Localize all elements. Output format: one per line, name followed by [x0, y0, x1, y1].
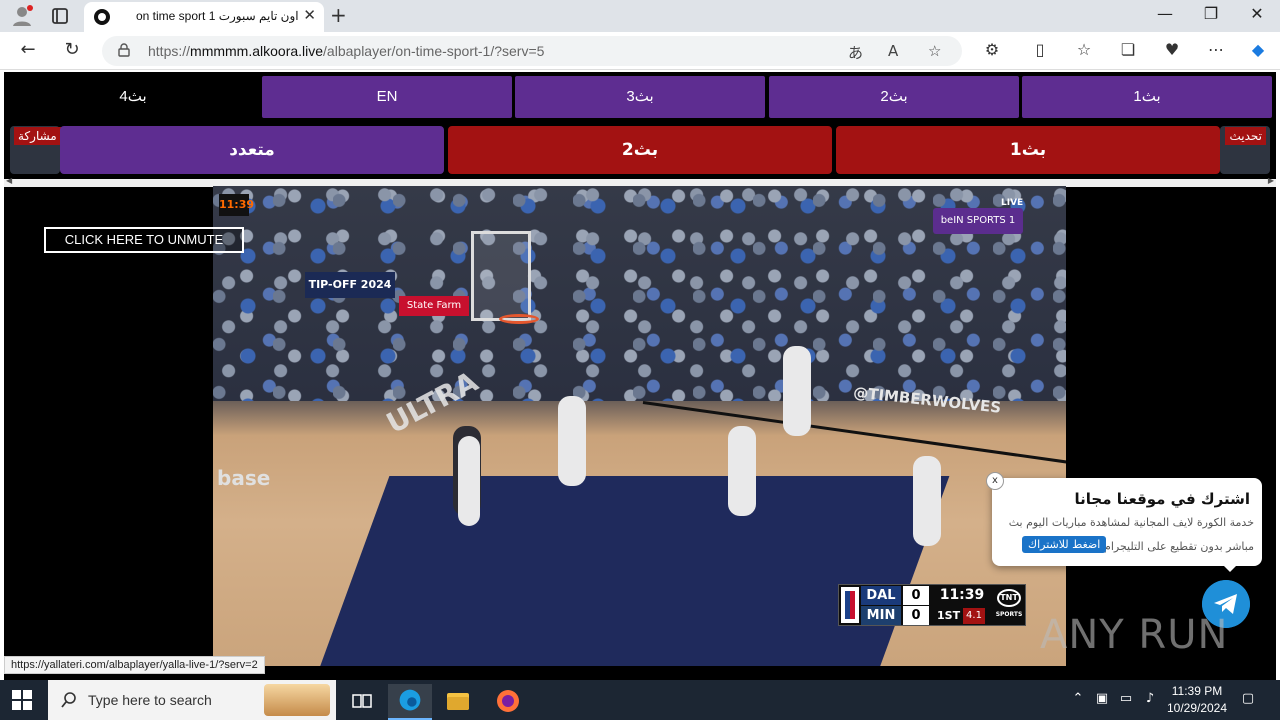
address-bar[interactable]: https://mmmmm.alkoora.live/albaplayer/on…	[102, 36, 962, 66]
stream-button-1[interactable]: بث1	[836, 126, 1220, 174]
share-button[interactable]: مشاركة	[14, 127, 61, 145]
scoreboard: DAL 0 MIN 0 11:39 1ST 4.1 TNT SPORTS	[838, 584, 1026, 626]
search-icon	[61, 692, 76, 708]
player-figure	[913, 456, 941, 546]
extensions-icon[interactable]: ⚙	[980, 40, 1004, 59]
tab-close-button[interactable]: ✕	[303, 6, 316, 24]
player-figure	[458, 436, 480, 526]
server-button-3[interactable]: بث3	[515, 76, 765, 118]
quarter: 1ST	[937, 609, 961, 622]
task-view-icon[interactable]	[340, 684, 384, 720]
more-menu-icon[interactable]: ⋯	[1204, 40, 1228, 59]
subscribe-popup: x اشترك في موقعنا مجانا خدمة الكورة لايف…	[986, 472, 1262, 572]
page-viewport: بث4 EN بث3 بث2 بث1 مشاركة متعدد بث2 بث1 …	[0, 70, 1280, 688]
clock-date[interactable]: 10/29/2024	[1162, 701, 1232, 715]
shot-clock: 4.1	[963, 608, 985, 624]
split-screen-icon[interactable]: ▯	[1028, 40, 1052, 59]
shot-clock-display: 11:39	[219, 194, 254, 216]
refresh-icon[interactable]: ↻	[60, 39, 84, 60]
tipoff-banner: TIP-OFF 2024	[305, 272, 395, 298]
status-bar-url: https://yallateri.com/albaplayer/yalla-l…	[4, 656, 265, 674]
team-home: MIN	[861, 606, 901, 625]
favorites-icon[interactable]: ☆	[1072, 40, 1096, 59]
player-frame: بث4 EN بث3 بث2 بث1 مشاركة متعدد بث2 بث1 …	[4, 72, 1276, 686]
server-button-2[interactable]: بث2	[769, 76, 1019, 118]
backboard	[471, 231, 531, 321]
court-paint	[316, 476, 950, 666]
player-figure	[783, 346, 811, 436]
notification-icon[interactable]: ▢	[1238, 691, 1258, 706]
file-explorer-icon[interactable]	[436, 684, 480, 720]
popup-description-line1: خدمة الكورة لايف المجانية لمشاهدة مباريا…	[1008, 516, 1254, 529]
popup-title: اشترك في موقعنا مجانا	[1074, 490, 1251, 508]
lock-icon[interactable]	[118, 43, 130, 57]
game-clock: 11:39	[939, 587, 985, 603]
tray-chevron-icon[interactable]: ⌃	[1068, 691, 1088, 706]
translate-icon[interactable]: あ	[848, 42, 863, 63]
sponsor-banner: State Farm	[399, 296, 469, 316]
video-player[interactable]: TIP-OFF 2024 State Farm ULTRA base @TIMB…	[213, 186, 1066, 666]
firefox-icon[interactable]	[486, 684, 530, 720]
nba-logo-icon	[841, 587, 859, 623]
server-button-1[interactable]: بث1	[1022, 76, 1272, 118]
maximize-button[interactable]: ❐	[1196, 4, 1226, 23]
score-home: 0	[903, 606, 929, 625]
soccer-ball-icon	[94, 9, 110, 25]
subscribe-button[interactable]: اضغط للاشتراك	[1022, 536, 1107, 553]
search-highlight-image	[264, 684, 330, 716]
browser-toolbar: ← ↻ https://mmmmm.alkoora.live/albaplaye…	[0, 32, 1280, 70]
windows-start-icon[interactable]	[12, 690, 32, 710]
base-text: base	[217, 466, 271, 490]
tab-title: on time sport 1 اون تايم سبورت	[136, 9, 299, 23]
browser-titlebar: on time sport 1 اون تايم سبورت ✕ + — ❐ ✕	[0, 0, 1280, 32]
stream-button-multi[interactable]: متعدد	[60, 126, 444, 174]
scroll-left-icon[interactable]: ◀	[6, 176, 12, 185]
anyrun-watermark: ANY RUN	[1040, 612, 1229, 658]
server-button-4[interactable]: بث4	[8, 76, 258, 118]
tnt-sports-logo: TNT SPORTS	[995, 589, 1023, 621]
windows-taskbar: Type here to search ⌃ ▣ ▭ ♪ 11:39 PM 10/…	[0, 680, 1280, 720]
player-figure	[558, 396, 586, 486]
stream-button-2[interactable]: بث2	[448, 126, 832, 174]
minimize-button[interactable]: —	[1150, 4, 1180, 23]
close-window-button[interactable]: ✕	[1242, 4, 1272, 23]
tnt-logo-text: TNT	[997, 589, 1021, 607]
volume-icon[interactable]: ♪	[1140, 691, 1160, 706]
player-figure	[728, 426, 756, 516]
refresh-button[interactable]: تحديث	[1225, 127, 1266, 145]
tnt-logo-sub: SPORTS	[995, 611, 1023, 618]
popup-close-button[interactable]: x	[986, 472, 1004, 490]
live-tag: LIVE	[1001, 198, 1024, 208]
scroll-right-icon[interactable]: ▶	[1268, 176, 1274, 185]
popup-arrow	[1222, 564, 1238, 572]
browser-essentials-icon[interactable]: ♥	[1160, 40, 1184, 59]
profile-icon[interactable]	[10, 4, 34, 28]
hoop-rim	[499, 314, 539, 324]
tab-actions-icon[interactable]	[48, 4, 72, 28]
url-text: https://mmmmm.alkoora.live/albaplayer/on…	[148, 43, 545, 59]
active-tab[interactable]: on time sport 1 اون تايم سبورت ✕	[84, 2, 324, 32]
edge-browser-icon[interactable]	[388, 684, 432, 720]
copilot-icon[interactable]: ◆	[1246, 40, 1270, 59]
taskbar-search[interactable]: Type here to search	[48, 680, 336, 720]
server-button-en[interactable]: EN	[262, 76, 512, 118]
team-away: DAL	[861, 586, 901, 605]
popup-description-line2: مباشر بدون تقطيع على التليجرام	[1104, 540, 1254, 553]
back-icon[interactable]: ←	[16, 39, 40, 60]
favorite-star-icon[interactable]: ☆	[928, 42, 941, 60]
clock-time[interactable]: 11:39 PM	[1162, 684, 1232, 698]
unmute-button[interactable]: CLICK HERE TO UNMUTE	[44, 227, 244, 253]
new-tab-button[interactable]: +	[330, 3, 347, 27]
score-away: 0	[903, 586, 929, 605]
court-line	[642, 401, 1066, 488]
network-icon[interactable]: ▭	[1116, 691, 1136, 706]
tray-device-icon[interactable]: ▣	[1092, 691, 1112, 706]
bein-sports-logo: beIN SPORTS 1	[933, 208, 1023, 234]
collections-icon[interactable]: ❏	[1116, 40, 1140, 59]
search-placeholder: Type here to search	[88, 692, 212, 708]
read-aloud-icon[interactable]: A	[888, 42, 898, 60]
